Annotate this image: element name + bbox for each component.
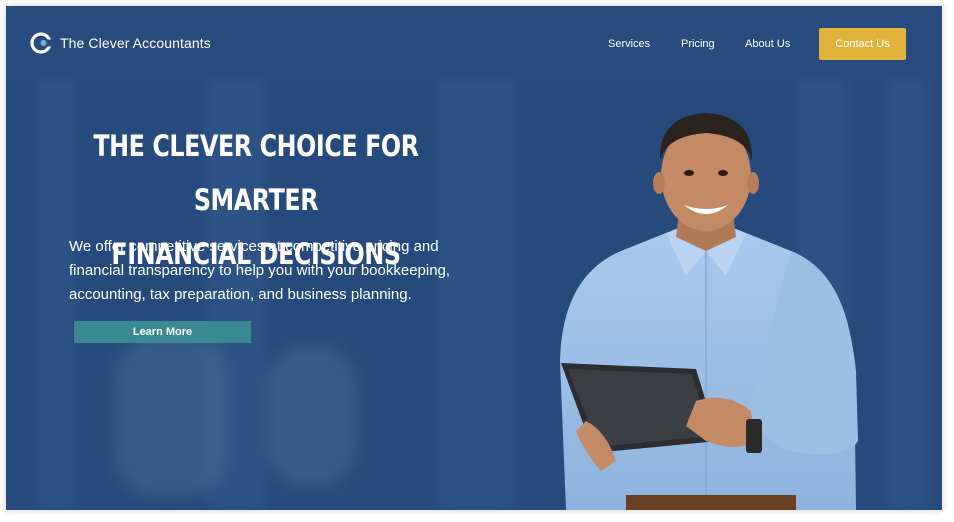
page-frame: The Clever Accountants Services Pricing …	[6, 6, 942, 510]
hero-title-line-1: THE CLEVER CHOICE FOR SMARTER	[93, 129, 419, 217]
brand-name: The Clever Accountants	[60, 35, 211, 51]
smiling-man-holding-tablet-image	[560, 113, 858, 510]
contact-us-button[interactable]: Contact Us	[819, 28, 906, 60]
hero-description: We offer competitive services at competi…	[69, 238, 451, 303]
nav-link-pricing[interactable]: Pricing	[681, 38, 715, 50]
nav-link-about-us[interactable]: About Us	[745, 38, 790, 50]
brand-logo[interactable]: The Clever Accountants	[30, 32, 211, 54]
nav-link-services[interactable]: Services	[608, 38, 650, 50]
clever-c-logo-icon	[30, 32, 52, 54]
learn-more-button[interactable]: Learn More	[74, 321, 251, 343]
top-navbar: The Clever Accountants Services Pricing …	[6, 6, 942, 78]
